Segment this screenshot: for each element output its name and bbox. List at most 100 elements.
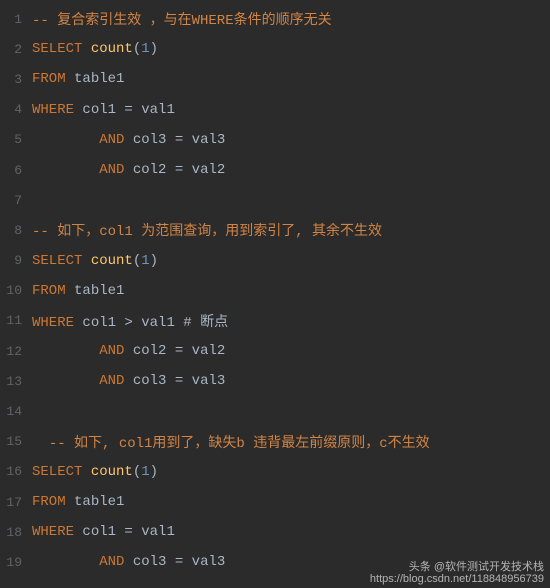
code-token: AND [99, 343, 124, 359]
code-token [124, 162, 132, 178]
code-token: val3 [192, 554, 226, 570]
code-token: ( [133, 253, 141, 269]
code-token: val2 [192, 343, 226, 359]
code-token [32, 132, 99, 148]
code-content: WHERE col1 = val1 [32, 102, 550, 118]
code-content: FROM table1 [32, 283, 550, 299]
code-token: = [166, 554, 191, 570]
code-token: col2 [133, 162, 167, 178]
line-number: 19 [0, 555, 32, 570]
code-token: WHERE [32, 524, 74, 540]
line-number: 15 [0, 434, 32, 449]
code-token: WHERE [32, 102, 74, 118]
code-token [66, 494, 74, 510]
code-token: AND [99, 373, 124, 389]
code-token: SELECT [32, 253, 82, 269]
line-number: 14 [0, 404, 32, 419]
code-token: = [166, 162, 191, 178]
code-token: col3 [133, 554, 167, 570]
code-content: AND col3 = val3 [32, 132, 550, 148]
code-content: FROM table1 [32, 494, 550, 510]
code-line: 2SELECT count(1) [0, 34, 550, 64]
code-line: 6 AND col2 = val2 [0, 155, 550, 185]
code-token: 1 [141, 41, 149, 57]
code-token [175, 315, 183, 331]
code-token: > [116, 315, 141, 331]
line-number: 5 [0, 132, 32, 147]
code-line: 17FROM table1 [0, 487, 550, 517]
code-token [32, 162, 99, 178]
code-token: FROM [32, 494, 66, 510]
line-number: 2 [0, 42, 32, 57]
line-number: 13 [0, 374, 32, 389]
code-editor: 1-- 复合索引生效 ，与在WHERE条件的顺序无关2SELECT count(… [0, 0, 550, 578]
code-token: 1 [141, 253, 149, 269]
code-content: AND col3 = val3 [32, 373, 550, 389]
code-token [66, 283, 74, 299]
code-content: -- 如下，col1 为范围查询，用到索引了, 其余不生效 [32, 220, 550, 240]
code-token: # 断点 [183, 315, 228, 331]
line-number: 4 [0, 102, 32, 117]
code-token: count [91, 464, 133, 480]
code-token: ) [150, 41, 158, 57]
line-number: 11 [0, 313, 32, 328]
code-token: table1 [74, 283, 124, 299]
code-token [124, 554, 132, 570]
line-number: 3 [0, 72, 32, 87]
line-number: 9 [0, 253, 32, 268]
code-line: 12 AND col2 = val2 [0, 336, 550, 366]
code-token: = [116, 102, 141, 118]
code-token: val1 [141, 102, 175, 118]
code-token: -- 复合索引生效 ，与在WHERE条件的顺序无关 [32, 13, 332, 29]
code-token [82, 253, 90, 269]
code-line: 10FROM table1 [0, 276, 550, 306]
code-line: 1-- 复合索引生效 ，与在WHERE条件的顺序无关 [0, 4, 550, 34]
line-number: 16 [0, 464, 32, 479]
code-content: WHERE col1 = val1 [32, 524, 550, 540]
code-token: col1 [82, 315, 116, 331]
code-token [82, 464, 90, 480]
watermark-source: 头条 @软件测试开发技术栈 [370, 561, 544, 574]
code-token: AND [99, 132, 124, 148]
code-content: AND col2 = val2 [32, 162, 550, 178]
code-token [32, 373, 99, 389]
code-token: AND [99, 554, 124, 570]
code-token: count [91, 41, 133, 57]
code-line: 7 [0, 185, 550, 215]
code-content: -- 复合索引生效 ，与在WHERE条件的顺序无关 [32, 9, 550, 29]
code-token: table1 [74, 494, 124, 510]
line-number: 18 [0, 525, 32, 540]
code-token: = [166, 343, 191, 359]
code-line: 13 AND col3 = val3 [0, 366, 550, 396]
code-token: -- 如下, col1用到了，缺失b 违背最左前缀原则，c不生效 [49, 436, 430, 452]
code-token: 1 [141, 464, 149, 480]
code-token: = [116, 524, 141, 540]
code-token: val3 [192, 132, 226, 148]
code-token [124, 132, 132, 148]
code-line: 5 AND col3 = val3 [0, 125, 550, 155]
code-token: val3 [192, 373, 226, 389]
code-line: 14 [0, 396, 550, 426]
code-line: 15 -- 如下, col1用到了，缺失b 违背最左前缀原则，c不生效 [0, 427, 550, 457]
code-content: SELECT count(1) [32, 253, 550, 269]
code-token: col2 [133, 343, 167, 359]
code-token: -- 如下，col1 为范围查询，用到索引了, 其余不生效 [32, 224, 382, 240]
code-line: 18WHERE col1 = val1 [0, 517, 550, 547]
code-token: ) [150, 464, 158, 480]
code-token [32, 554, 99, 570]
code-token [66, 71, 74, 87]
code-content: SELECT count(1) [32, 41, 550, 57]
code-token: val1 [141, 524, 175, 540]
code-token: col3 [133, 373, 167, 389]
code-token: ( [133, 41, 141, 57]
code-token: table1 [74, 71, 124, 87]
line-number: 6 [0, 163, 32, 178]
code-token: SELECT [32, 41, 82, 57]
line-number: 8 [0, 223, 32, 238]
code-token: col3 [133, 132, 167, 148]
code-token: FROM [32, 283, 66, 299]
code-token [124, 343, 132, 359]
code-token: AND [99, 162, 124, 178]
code-token [82, 41, 90, 57]
code-token: ( [133, 464, 141, 480]
